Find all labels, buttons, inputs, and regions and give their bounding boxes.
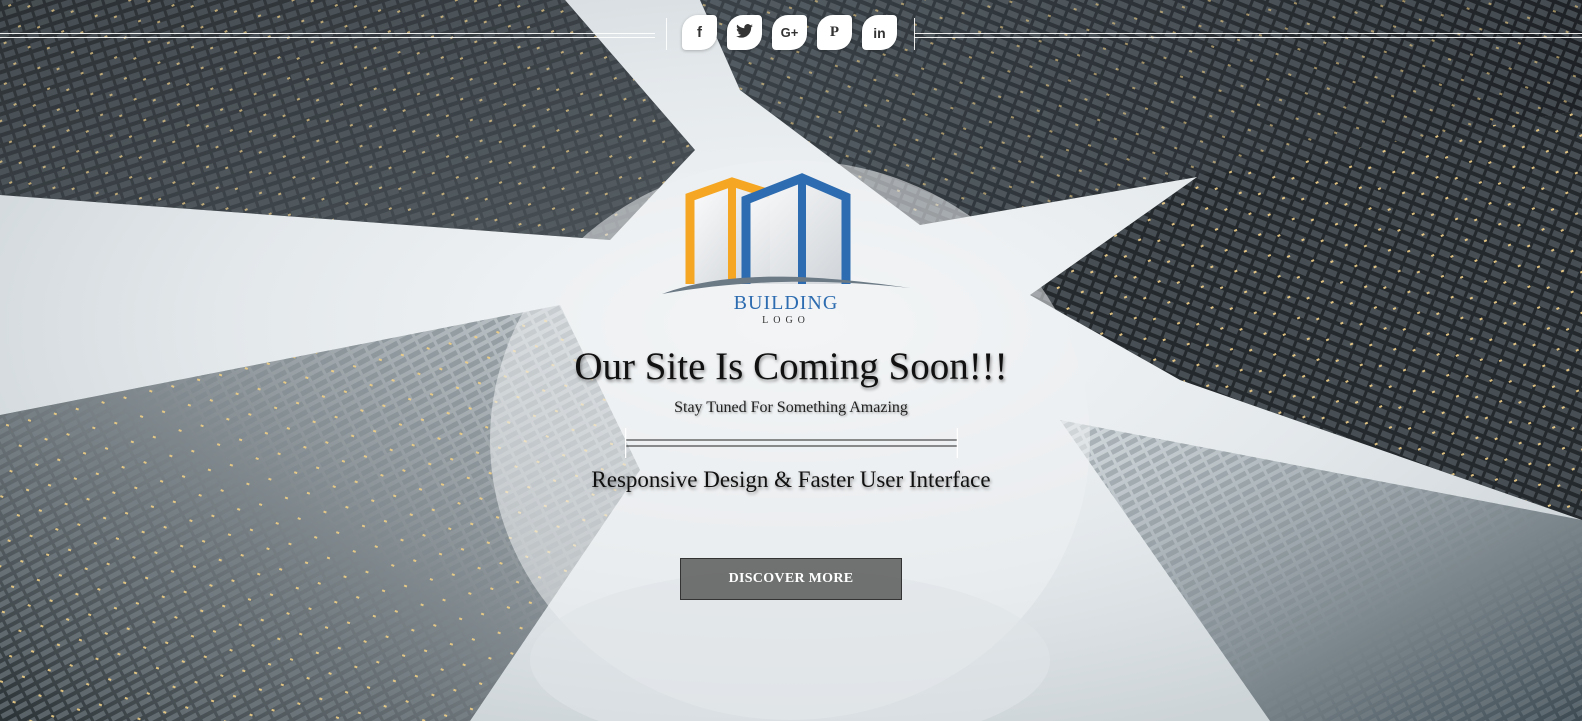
top-line-left-2 bbox=[0, 37, 655, 38]
pinterest-button[interactable]: P bbox=[817, 15, 852, 50]
discover-more-button[interactable]: DISCOVER MORE bbox=[680, 558, 902, 600]
tagline: Stay Tuned For Something Amazing bbox=[674, 399, 908, 416]
linkedin-icon: in bbox=[873, 24, 886, 41]
logo-word-building: BUILDING bbox=[733, 292, 839, 314]
page-title: Our Site Is Coming Soon!!! bbox=[574, 345, 1008, 388]
twitter-button[interactable] bbox=[727, 15, 762, 50]
building-logo: BUILDING LOGO bbox=[660, 172, 912, 332]
top-line-right-cap bbox=[914, 18, 915, 50]
top-line-right-1 bbox=[914, 33, 1582, 34]
pinterest-icon: P bbox=[829, 24, 840, 40]
google-plus-button[interactable]: G+ bbox=[772, 15, 807, 50]
twitter-icon bbox=[736, 24, 753, 41]
top-line-left-1 bbox=[0, 33, 655, 34]
google-plus-icon: G+ bbox=[780, 25, 799, 40]
facebook-icon: f bbox=[697, 24, 702, 41]
social-links: f G+ P in bbox=[682, 15, 897, 50]
subtitle: Responsive Design & Faster User Interfac… bbox=[591, 467, 991, 492]
building-logo-graphic bbox=[662, 173, 910, 294]
top-line-left-cap bbox=[666, 18, 667, 50]
divider bbox=[624, 428, 959, 458]
facebook-button[interactable]: f bbox=[682, 15, 717, 50]
linkedin-button[interactable]: in bbox=[862, 15, 897, 50]
top-line-right-2 bbox=[914, 37, 1582, 38]
logo-word-logo: LOGO bbox=[762, 315, 810, 326]
